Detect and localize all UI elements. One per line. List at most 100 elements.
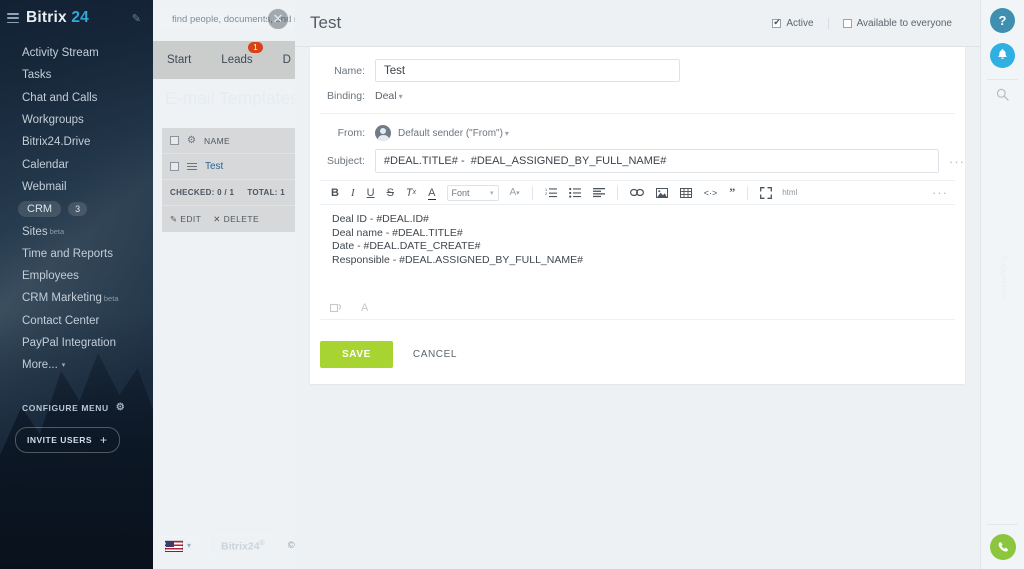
save-button[interactable]: SAVE xyxy=(320,341,393,368)
table-icon[interactable] xyxy=(674,180,698,205)
configure-menu-button[interactable]: CONFIGURE MENU ⚙ xyxy=(22,402,125,413)
sidebar-item-employees[interactable]: Employees xyxy=(0,265,153,287)
sidebar-item-crm-marketing[interactable]: CRM Marketing beta xyxy=(0,287,153,309)
language-selector[interactable]: ▾ xyxy=(158,535,199,556)
italic-icon[interactable]: I xyxy=(345,180,361,205)
align-icon[interactable] xyxy=(587,180,611,205)
remove-format-icon[interactable]: Tx xyxy=(400,180,422,205)
tab-deals[interactable]: D xyxy=(283,54,291,66)
fullscreen-icon[interactable] xyxy=(754,180,778,205)
crm-marketing-beta-badge: beta xyxy=(103,293,119,303)
sidebar-nav: Activity Stream Tasks Chat and Calls Wor… xyxy=(0,42,153,376)
bitrix-logo[interactable]: Bitrix 24 xyxy=(26,9,89,27)
tab-leads-label: Leads xyxy=(221,54,253,66)
available-to-everyone-label: Available to everyone xyxy=(856,18,952,29)
close-icon[interactable]: ✕ xyxy=(267,8,289,30)
page-footer: ▾ Bitrix24® © 20 xyxy=(158,534,308,557)
active-label: Active xyxy=(786,18,814,29)
row-name-link[interactable]: Test xyxy=(205,161,223,172)
quote-icon[interactable]: ” xyxy=(723,180,741,205)
us-flag-icon xyxy=(165,539,183,552)
bitrix24-footer-brand[interactable]: Bitrix24® xyxy=(208,534,278,557)
font-color-icon[interactable]: A xyxy=(422,180,441,205)
ordered-list-icon[interactable]: 12 xyxy=(539,180,563,205)
search-icon[interactable] xyxy=(981,88,1024,104)
logo-primary: Bitrix xyxy=(26,9,67,26)
sidebar-item-time-and-reports[interactable]: Time and Reports xyxy=(0,243,153,265)
sidebar-item-tasks[interactable]: Tasks xyxy=(0,64,153,86)
table-row[interactable]: Test xyxy=(162,154,295,180)
subject-more-icon[interactable]: ··· xyxy=(949,154,965,169)
tab-start[interactable]: Start xyxy=(167,54,191,66)
sidebar-item-more[interactable]: More... ▾ xyxy=(0,354,153,376)
text-style-icon[interactable]: A xyxy=(361,302,368,314)
invite-users-button[interactable]: INVITE USERS + xyxy=(15,427,120,453)
sidebar-item-crm[interactable]: CRM 3 xyxy=(0,198,153,220)
font-family-select[interactable]: Font ▾ xyxy=(446,184,499,201)
phone-icon[interactable] xyxy=(990,534,1016,560)
editor-body[interactable]: Deal ID - #DEAL.ID# Deal name - #DEAL.TI… xyxy=(320,205,955,297)
unordered-list-icon[interactable] xyxy=(563,180,587,205)
html-editor: B I U S Tx A Font ▾ A ▾ 12 <·> ” html ··… xyxy=(320,180,955,320)
font-family-value: Font xyxy=(451,187,470,198)
footer-brand-mark: ® xyxy=(259,539,265,547)
editor-bottom-bar: A xyxy=(320,297,955,320)
form-actions: SAVE CANCEL xyxy=(320,341,471,368)
page-title: Test xyxy=(310,13,342,32)
binding-dropdown[interactable]: Deal ▾ xyxy=(375,90,403,102)
chevron-down-icon: ▾ xyxy=(61,362,66,370)
column-header-name: NAME xyxy=(203,135,231,146)
attach-icon[interactable] xyxy=(330,303,343,314)
subject-input[interactable] xyxy=(374,149,939,173)
sidebar-item-activity-stream[interactable]: Activity Stream xyxy=(0,42,153,64)
font-size-icon[interactable]: A ▾ xyxy=(504,180,526,205)
link-icon[interactable] xyxy=(624,180,650,205)
bold-icon[interactable]: B xyxy=(325,180,345,205)
sidebar-item-chat-and-calls[interactable]: Chat and Calls xyxy=(0,87,153,109)
sidebar-item-bitrix24-drive[interactable]: Bitrix24.Drive xyxy=(0,131,153,153)
strikethrough-icon[interactable]: S xyxy=(381,180,400,205)
sidebar-item-sites[interactable]: Sites beta xyxy=(0,220,153,242)
question-mark-icon[interactable]: ? xyxy=(990,8,1015,33)
sidebar-item-paypal-integration[interactable]: PayPal Integration xyxy=(0,332,153,354)
html-mode-label[interactable]: html xyxy=(778,188,797,197)
sidebar-item-contact-center[interactable]: Contact Center xyxy=(0,310,153,332)
name-input[interactable] xyxy=(375,59,680,82)
editor-line: Date - #DEAL.DATE_CREATE# xyxy=(332,240,481,253)
modal-header-options: Active Available to everyone xyxy=(758,0,966,47)
active-toggle[interactable]: Active xyxy=(758,17,827,29)
sidebar-item-label: Tasks xyxy=(22,69,52,82)
available-to-everyone-checkbox[interactable] xyxy=(842,19,852,28)
delete-action[interactable]: ✕ DELETE xyxy=(213,214,259,225)
grid-header-row: ⚙ NAME xyxy=(162,128,295,154)
from-dropdown[interactable]: Default sender ("From") ▾ xyxy=(398,128,509,139)
editor-more-icon[interactable]: ··· xyxy=(932,185,950,200)
tab-leads[interactable]: Leads 1 xyxy=(221,42,263,66)
row-checkbox[interactable] xyxy=(170,162,179,171)
chevron-down-icon: ▾ xyxy=(489,189,494,197)
select-all-checkbox[interactable] xyxy=(170,136,179,145)
cancel-button[interactable]: CANCEL xyxy=(399,341,471,368)
edit-action[interactable]: ✎ EDIT xyxy=(170,214,201,225)
sidebar-item-workgroups[interactable]: Workgroups xyxy=(0,109,153,131)
logo-secondary: 24 xyxy=(71,9,89,26)
image-icon[interactable] xyxy=(650,180,674,205)
underline-icon[interactable]: U xyxy=(361,180,381,205)
bell-icon[interactable] xyxy=(990,43,1015,68)
sidebar-item-calendar[interactable]: Calendar xyxy=(0,153,153,175)
toolbar-divider xyxy=(531,185,533,200)
toolbar-divider xyxy=(616,185,618,200)
hamburger-icon[interactable] xyxy=(7,13,19,23)
crm-count-badge: 3 xyxy=(68,202,88,217)
pencil-icon[interactable]: ✎ xyxy=(132,12,141,25)
available-to-everyone-toggle[interactable]: Available to everyone xyxy=(827,18,966,29)
active-checkbox[interactable] xyxy=(772,17,782,28)
source-code-icon[interactable]: <·> xyxy=(698,180,724,205)
grid-settings-gear-icon[interactable]: ⚙ xyxy=(187,135,196,146)
sidebar-item-label: Calendar xyxy=(22,158,69,171)
sidebar-item-label: More... xyxy=(22,359,58,372)
tab-start-label: Start xyxy=(167,54,192,66)
sidebar-item-label: Bitrix24.Drive xyxy=(22,136,91,149)
row-menu-icon[interactable] xyxy=(187,162,197,171)
sidebar-item-webmail[interactable]: Webmail xyxy=(0,176,153,198)
